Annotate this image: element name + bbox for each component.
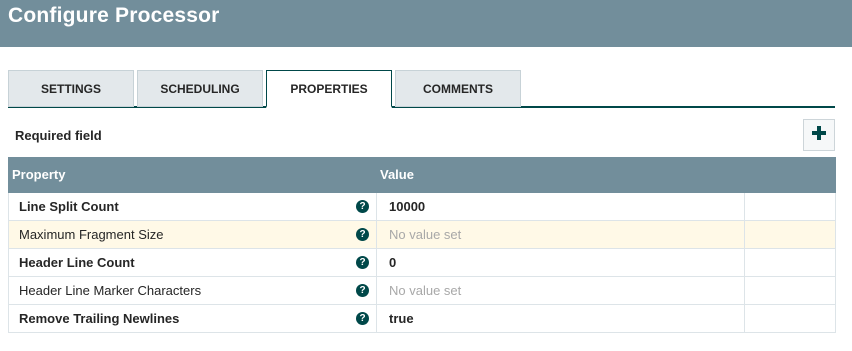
tab-scheduling[interactable]: SCHEDULING (137, 70, 263, 107)
help-icon[interactable]: ? (356, 200, 369, 213)
property-name: Header Line Count (19, 255, 135, 270)
tab-comments[interactable]: COMMENTS (395, 70, 521, 107)
property-name: Line Split Count (19, 199, 119, 214)
property-name: Header Line Marker Characters (19, 283, 202, 298)
property-value[interactable]: No value set (389, 277, 739, 304)
add-property-button[interactable] (803, 119, 835, 151)
tab-bar: SETTINGS SCHEDULING PROPERTIES COMMENTS (8, 70, 835, 108)
property-value[interactable]: No value set (389, 221, 739, 248)
table-row[interactable]: Maximum Fragment Size ? No value set (8, 221, 836, 249)
property-name: Remove Trailing Newlines (19, 311, 180, 326)
property-name: Maximum Fragment Size (19, 227, 164, 242)
properties-table: Property Value Line Split Count ? 10000 … (8, 157, 836, 333)
property-value[interactable]: 0 (389, 249, 739, 276)
tab-properties[interactable]: PROPERTIES (266, 70, 392, 108)
tab-settings[interactable]: SETTINGS (8, 70, 134, 107)
table-row[interactable]: Remove Trailing Newlines ? true (8, 305, 836, 333)
dialog-header: Configure Processor (0, 0, 852, 47)
table-row[interactable]: Line Split Count ? 10000 (8, 193, 836, 221)
column-header-value[interactable]: Value (380, 157, 414, 193)
table-header: Property Value (8, 157, 836, 193)
table-row[interactable]: Header Line Count ? 0 (8, 249, 836, 277)
help-icon[interactable]: ? (356, 312, 369, 325)
help-icon[interactable]: ? (356, 284, 369, 297)
property-value[interactable]: true (389, 305, 739, 332)
required-field-label: Required field (15, 128, 102, 143)
property-value[interactable]: 10000 (389, 193, 739, 220)
dialog-title: Configure Processor (8, 4, 220, 27)
help-icon[interactable]: ? (356, 256, 369, 269)
plus-icon (811, 125, 827, 146)
column-header-property[interactable]: Property (12, 157, 65, 193)
table-row[interactable]: Header Line Marker Characters ? No value… (8, 277, 836, 305)
help-icon[interactable]: ? (356, 228, 369, 241)
